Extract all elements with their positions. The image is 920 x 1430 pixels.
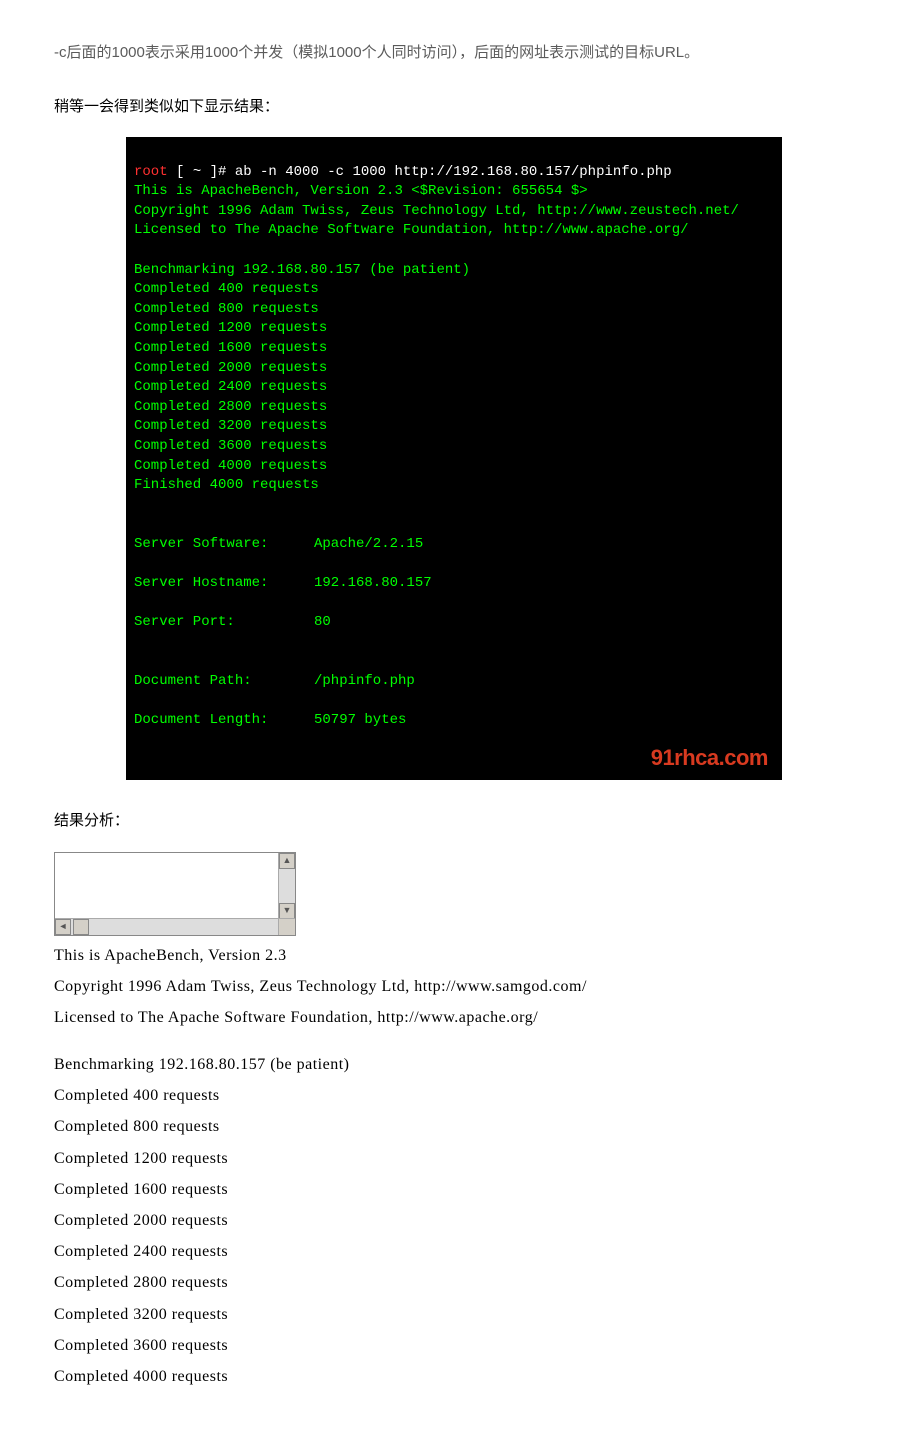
analysis-title: 结果分析： — [54, 808, 866, 834]
body-line: Completed 800 requests — [54, 1113, 866, 1140]
intro-paragraph-2: 稍等一会得到类似如下显示结果： — [54, 94, 866, 120]
scroll-thumb[interactable] — [73, 919, 89, 935]
body-line: Completed 4000 requests — [54, 1363, 866, 1390]
terminal-line: Completed 1200 requests — [134, 320, 327, 336]
vertical-scrollbar[interactable]: ▲ ▼ — [278, 853, 295, 919]
terminal-line: Completed 2400 requests — [134, 379, 327, 395]
terminal-command: ab -n 4000 -c 1000 http://192.168.80.157… — [235, 164, 672, 180]
terminal-line: Completed 400 requests — [134, 281, 319, 297]
body-line: Completed 3200 requests — [54, 1301, 866, 1328]
scroll-up-icon[interactable]: ▲ — [279, 853, 295, 869]
terminal-kv: Document Path:/phpinfo.php — [134, 672, 774, 692]
body-line: Completed 2800 requests — [54, 1269, 866, 1296]
terminal-kv: Server Port:80 — [134, 613, 774, 633]
terminal-line: This is ApacheBench, Version 2.3 <$Revis… — [134, 183, 588, 199]
terminal-line: Completed 3200 requests — [134, 418, 327, 434]
intro-paragraph-1: -c后面的1000表示采用1000个并发（模拟1000个人同时访问），后面的网址… — [54, 40, 866, 66]
terminal-line: Completed 2800 requests — [134, 399, 327, 415]
terminal-line: Copyright 1996 Adam Twiss, Zeus Technolo… — [134, 203, 739, 219]
terminal-line: Completed 3600 requests — [134, 438, 327, 454]
body-line: Benchmarking 192.168.80.157 (be patient) — [54, 1051, 866, 1078]
terminal-line: Licensed to The Apache Software Foundati… — [134, 222, 689, 238]
blank-line — [54, 1035, 866, 1047]
terminal-kv: Document Length:50797 bytes — [134, 711, 774, 731]
horizontal-scrollbar[interactable]: ◄ ► — [55, 918, 295, 935]
scroll-left-icon[interactable]: ◄ — [55, 919, 71, 935]
watermark-text: 91rhca.com — [651, 743, 768, 774]
body-line: Completed 1200 requests — [54, 1145, 866, 1172]
empty-scrollbox[interactable]: ▲ ▼ ◄ ► — [54, 852, 296, 936]
body-line: Completed 2000 requests — [54, 1207, 866, 1234]
body-line: Completed 2400 requests — [54, 1238, 866, 1265]
terminal-line: Completed 4000 requests — [134, 458, 327, 474]
body-line: Copyright 1996 Adam Twiss, Zeus Technolo… — [54, 973, 866, 1000]
terminal-screenshot: root [ ~ ]# ab -n 4000 -c 1000 http://19… — [126, 137, 782, 780]
terminal-line: Completed 1600 requests — [134, 340, 327, 356]
terminal-kv: Server Hostname:192.168.80.157 — [134, 574, 774, 594]
prompt-user: root — [134, 164, 168, 180]
scrollbar-corner — [278, 918, 295, 935]
body-line: Licensed to The Apache Software Foundati… — [54, 1004, 866, 1031]
prompt-rest: [ ~ ]# — [168, 164, 235, 180]
terminal-line: Benchmarking 192.168.80.157 (be patient) — [134, 262, 470, 278]
scroll-down-icon[interactable]: ▼ — [279, 903, 295, 919]
terminal-line: Completed 2000 requests — [134, 360, 327, 376]
terminal-kv: Server Software:Apache/2.2.15 — [134, 535, 774, 555]
terminal-line: Finished 4000 requests — [134, 477, 319, 493]
body-line: Completed 1600 requests — [54, 1176, 866, 1203]
body-line: This is ApacheBench, Version 2.3 — [54, 942, 866, 969]
body-line: Completed 3600 requests — [54, 1332, 866, 1359]
body-line: Completed 400 requests — [54, 1082, 866, 1109]
terminal-line: Completed 800 requests — [134, 301, 319, 317]
